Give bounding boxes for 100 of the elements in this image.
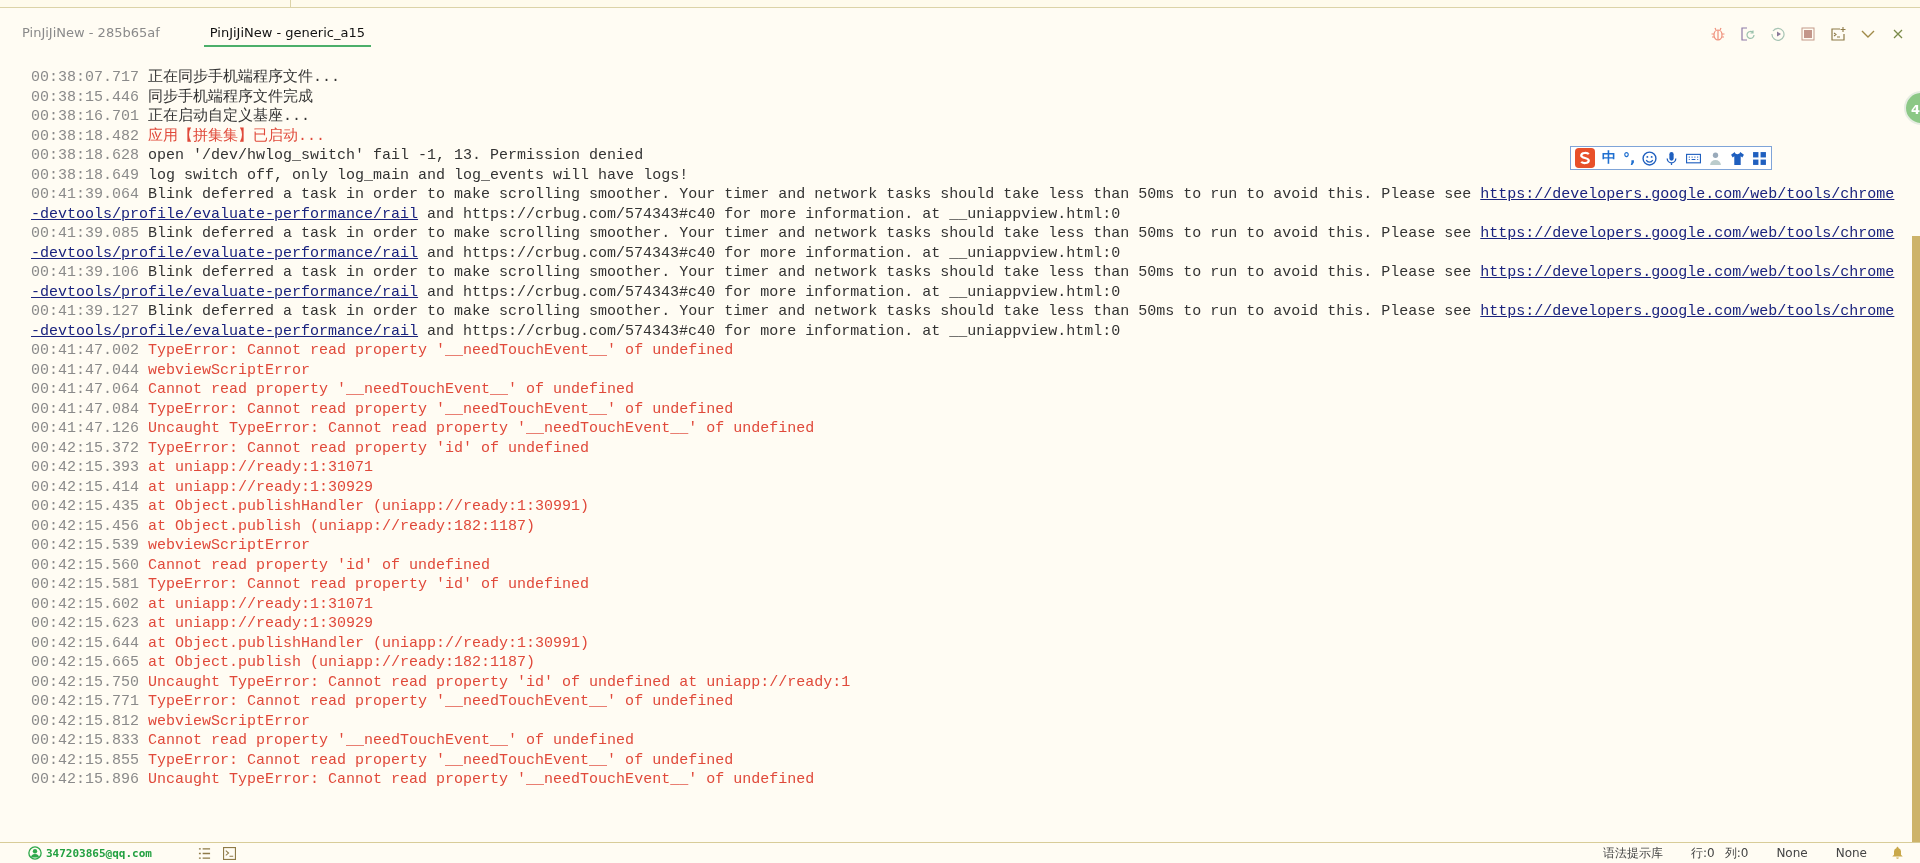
- log-message: webviewScriptError: [148, 537, 311, 554]
- log-message: and https://crbug.com/574343#c40 for more information. at __uniappview.html:0: [426, 283, 1121, 301]
- log-message: webviewScriptError: [148, 712, 311, 730]
- timestamp: 00:38:18.649: [31, 166, 140, 184]
- timestamp: 00:41:39.106: [31, 264, 140, 281]
- shirt-icon[interactable]: [1730, 150, 1746, 166]
- log-message: at Object.publish (uniapp://ready:182:1187): [148, 517, 536, 535]
- timestamp: 00:42:15.539: [31, 537, 140, 554]
- timestamp: 00:38:16.701: [31, 108, 140, 125]
- input-mode-toggle[interactable]: 中: [1602, 149, 1616, 167]
- log-message: 同步手机端程序文件完成: [148, 88, 314, 106]
- log-link[interactable]: -devtools/profile/evaluate-performance/rail: [31, 205, 419, 223]
- timestamp: 00:41:47.044: [31, 361, 140, 379]
- log-message: at uniapp://ready:1:30929: [148, 478, 374, 496]
- log-message: Uncaught TypeError: Cannot read property '__needTouchEvent__' of undefined: [148, 771, 815, 788]
- language-label[interactable]: None: [1835, 846, 1867, 860]
- timestamp: 00:42:15.372: [31, 439, 140, 457]
- log-message: at uniapp://ready:1:31071: [148, 459, 374, 476]
- timestamp: 00:41:47.084: [31, 400, 140, 418]
- punctuation-toggle[interactable]: °,: [1623, 150, 1636, 166]
- person-icon[interactable]: [1708, 150, 1724, 166]
- timestamp: 00:42:15.665: [31, 654, 140, 671]
- log-message: TypeError: Cannot read property 'id' of undefined: [148, 439, 590, 457]
- log-message: and https://crbug.com/574343#c40 for more information. at __uniappview.html:0: [426, 205, 1121, 223]
- timestamp: 00:42:15.644: [31, 634, 140, 652]
- file-refresh-icon[interactable]: [1740, 26, 1756, 42]
- timestamp: 00:41:39.127: [31, 303, 140, 320]
- log-message: 正在同步手机端程序文件...: [148, 69, 341, 86]
- log-message: TypeError: Cannot read property '__needTouchEvent__' of undefined: [148, 693, 734, 710]
- log-message: webviewScriptError: [148, 361, 311, 379]
- timestamp: 00:42:15.750: [31, 673, 140, 691]
- avatar-icon: [28, 846, 42, 860]
- timestamp: 00:42:15.435: [31, 498, 140, 515]
- log-message: Cannot read property '__needTouchEvent__' of undefined: [148, 732, 635, 749]
- timestamp: 00:41:47.002: [31, 342, 140, 359]
- timestamp: 00:42:15.896: [31, 771, 140, 788]
- timestamp: 00:42:15.833: [31, 732, 140, 749]
- terminal-plus-icon[interactable]: [1830, 26, 1846, 42]
- log-message: and https://crbug.com/574343#c40 for more information. at __uniappview.html:0: [426, 322, 1121, 340]
- column-indicator: 列:0: [1724, 844, 1749, 862]
- log-message: at Object.publish (uniapp://ready:182:1187): [148, 654, 536, 671]
- output-tab[interactable]: PinJiJiNew - generic_a15: [203, 21, 371, 47]
- timestamp: 00:42:15.812: [31, 712, 140, 730]
- syntax-library-label[interactable]: 语法提示库: [1603, 844, 1663, 862]
- row-indicator: 行:0: [1691, 844, 1715, 862]
- timestamp: 00:42:15.855: [31, 751, 140, 769]
- timestamp: 00:41:39.085: [31, 225, 140, 242]
- log-message: open '/dev/hwlog_switch' fail -1, 13. Permission denied: [148, 147, 644, 164]
- grid-icon[interactable]: [1752, 150, 1768, 166]
- timestamp: 00:42:15.393: [31, 459, 140, 476]
- bell-icon[interactable]: [1891, 846, 1904, 860]
- log-link[interactable]: https://developers.google.com/web/tools/chrome: [1480, 225, 1895, 242]
- timestamp: 00:41:39.064: [31, 186, 140, 203]
- timestamp: 00:42:15.456: [31, 517, 140, 535]
- scrollbar-thumb[interactable]: [1912, 236, 1920, 842]
- log-message: Blink deferred a task in order to make scrolling smoother. Your timer and network tasks should take less than 50ms to run to avoid this. Please see: [148, 264, 1473, 281]
- log-message: Uncaught TypeError: Cannot read property 'id' of undefined at uniapp://ready:1: [148, 673, 851, 691]
- log-link[interactable]: https://developers.google.com/web/tools/chrome: [1480, 186, 1895, 203]
- log-message: TypeError: Cannot read property 'id' of undefined: [148, 576, 590, 593]
- timestamp: 00:42:15.602: [31, 595, 140, 613]
- log-message: 应用【拼集集】已启动...: [148, 127, 326, 145]
- log-message: at Object.publishHandler (uniapp://ready:1:30991): [148, 498, 590, 515]
- timestamp: 00:41:47.064: [31, 381, 140, 398]
- log-link[interactable]: https://developers.google.com/web/tools/chrome: [1480, 303, 1895, 320]
- stop-icon[interactable]: [1800, 26, 1816, 42]
- timestamp: 00:38:15.446: [31, 88, 140, 106]
- log-message: Cannot read property 'id' of undefined: [148, 556, 491, 574]
- terminal-icon[interactable]: [222, 846, 236, 860]
- smiley-icon[interactable]: [1642, 150, 1658, 166]
- list-icon[interactable]: [197, 846, 211, 860]
- log-message: Uncaught TypeError: Cannot read property '__needTouchEvent__' of undefined: [148, 420, 815, 437]
- log-message: at uniapp://ready:1:30929: [148, 615, 374, 632]
- timestamp: 00:38:07.717: [31, 69, 140, 86]
- log-link[interactable]: -devtools/profile/evaluate-performance/rail: [31, 322, 419, 340]
- log-message: at Object.publishHandler (uniapp://ready:1:30991): [148, 634, 590, 652]
- log-message: Cannot read property '__needTouchEvent__' of undefined: [148, 381, 635, 398]
- encoding-label[interactable]: None: [1776, 846, 1808, 860]
- timestamp: 00:42:15.581: [31, 576, 140, 593]
- timestamp: 00:38:18.628: [31, 147, 140, 164]
- log-link[interactable]: -devtools/profile/evaluate-performance/rail: [31, 283, 419, 301]
- log-message: at uniapp://ready:1:31071: [148, 595, 374, 613]
- timestamp: 00:38:18.482: [31, 127, 140, 145]
- log-message: TypeError: Cannot read property '__needTouchEvent__' of undefined: [148, 400, 734, 418]
- log-message: TypeError: Cannot read property '__needTouchEvent__' of undefined: [148, 751, 734, 769]
- timestamp: 00:42:15.560: [31, 556, 140, 574]
- timestamp: 00:42:15.771: [31, 693, 140, 710]
- timestamp: 00:41:47.126: [31, 420, 140, 437]
- log-message: log switch off, only log_main and log_events will have logs!: [148, 166, 689, 184]
- log-message: Blink deferred a task in order to make scrolling smoother. Your timer and network tasks should take less than 50ms to run to avoid this. Please see: [148, 186, 1473, 203]
- log-message: 正在启动自定义基座...: [148, 108, 311, 125]
- bug-icon[interactable]: [1710, 26, 1726, 42]
- log-message: Blink deferred a task in order to make scrolling smoother. Your timer and network tasks should take less than 50ms to run to avoid this. Please see: [148, 225, 1473, 242]
- log-message: Blink deferred a task in order to make scrolling smoother. Your timer and network tasks should take less than 50ms to run to avoid this. Please see: [148, 303, 1473, 320]
- log-link[interactable]: -devtools/profile/evaluate-performance/rail: [31, 244, 419, 262]
- replay-icon[interactable]: [1770, 26, 1786, 42]
- log-message: TypeError: Cannot read property '__needTouchEvent__' of undefined: [148, 342, 734, 359]
- ime-logo-icon[interactable]: [1575, 148, 1595, 168]
- timestamp: 00:42:15.414: [31, 478, 140, 496]
- log-message: and https://crbug.com/574343#c40 for more information. at __uniappview.html:0: [426, 244, 1121, 262]
- log-link[interactable]: https://developers.google.com/web/tools/chrome: [1480, 264, 1895, 281]
